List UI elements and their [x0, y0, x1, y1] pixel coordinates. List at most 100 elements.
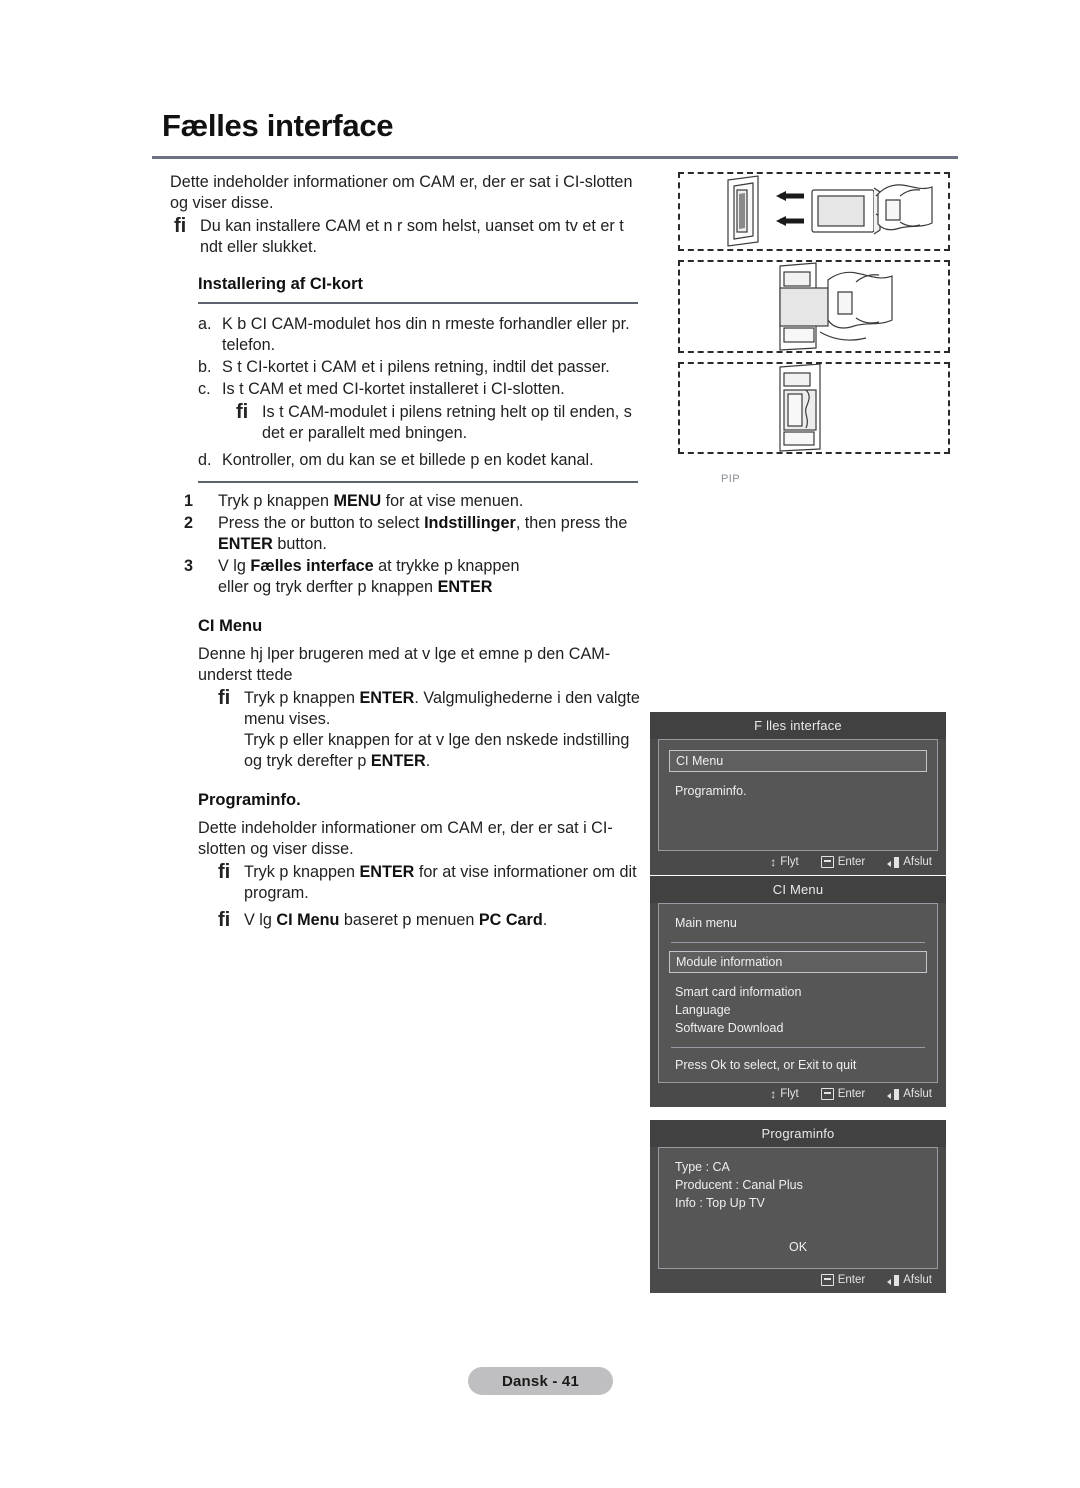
step-text-mid: for at vise menuen.: [381, 492, 524, 511]
list-text: K b CI CAM-modulet hos din n rmeste forh…: [222, 314, 630, 354]
osd-panel-faelles-interface: F lles interface CI Menu Programinfo. ↕ F…: [650, 712, 946, 875]
numbered-steps-list: 1 Tryk p knappen MENU for at vise menuen…: [184, 491, 650, 598]
osd-title: F lles interface: [650, 712, 946, 739]
ci-menu-note-text: Tryk p knappen ENTER. Valgmulighederne i…: [244, 688, 650, 772]
install-note-text: Is t CAM-modulet i pilens retning helt o…: [262, 402, 632, 442]
osd-highlighted-item[interactable]: Module information: [669, 951, 927, 973]
programinfo-note-2-text: V lg CI Menu baseret p menuen PC Card.: [244, 910, 650, 931]
note-bullet-icon: ﬁ: [218, 860, 230, 883]
step-number: 3: [184, 557, 194, 576]
step3-line2-bold: ENTER: [437, 578, 493, 597]
programinfo-note-1: ﬁ Tryk p knappen ENTER for at vise infor…: [198, 860, 650, 904]
osd-footer-enter-label: Enter: [837, 1274, 866, 1286]
osd-footer-enter-label: Enter: [837, 1088, 866, 1100]
ci-menu-body: Denne hj lper brugeren med at v lge et e…: [198, 644, 650, 772]
steps-divider: [198, 481, 638, 484]
list-text: S t CI-kortet i CAM et i pilens retning,…: [222, 357, 610, 376]
note-bullet-icon: ﬁ: [174, 215, 186, 238]
osd-separator: [671, 1047, 925, 1048]
osd-item-programinfo[interactable]: Programinfo.: [669, 782, 927, 800]
osd-body: CI Menu Programinfo.: [658, 739, 938, 851]
numbered-step: 2 Press the or button to select Indstill…: [184, 513, 650, 555]
step-text-pre: V lg: [218, 557, 251, 576]
ci-note2-pre: Tryk p eller knappen for at v lge den ns…: [244, 731, 630, 771]
osd-footer-afslut[interactable]: Afslut: [887, 1274, 932, 1286]
updown-arrow-icon: ↕: [770, 1087, 777, 1101]
updown-arrow-icon: ↕: [770, 855, 777, 869]
list-item: d. Kontroller, om du kan se et billede p…: [198, 450, 650, 471]
osd-separator: [671, 942, 925, 943]
list-item: a. K b CI CAM-modulet hos din n rmeste f…: [198, 314, 650, 356]
pi2-pre: V lg: [244, 910, 277, 929]
step3-line2-pre: eller og tryk derfter p knappen: [218, 578, 438, 597]
programinfo-note-1-text: Tryk p knappen ENTER for at vise informa…: [244, 862, 650, 904]
programinfo-note-2: ﬁ V lg CI Menu baseret p menuen PC Card.: [198, 908, 650, 931]
intro-note: ﬁ Du kan installere CAM et n r som helst…: [170, 216, 650, 258]
osd-footer-flyt[interactable]: ↕ Flyt: [770, 1088, 799, 1100]
list-marker: a.: [198, 314, 212, 333]
osd-item-smart-card-information[interactable]: Smart card information: [669, 983, 927, 1001]
step-text: Press the or button to select Indstillin…: [218, 513, 650, 555]
osd-footer-afslut[interactable]: Afslut: [887, 1088, 932, 1100]
body-text-column: Dette indeholder informationer om CAM er…: [170, 172, 650, 937]
osd-body: Main menu Module information Smart card …: [658, 903, 938, 1083]
pi-note-bold: ENTER: [359, 862, 415, 881]
step-number: 1: [184, 492, 194, 511]
step-text-mid: at trykke p knappen: [373, 557, 520, 576]
page-footer-badge: Dansk - 41: [468, 1367, 613, 1395]
programinfo-heading: Programinfo.: [198, 791, 301, 810]
step-text: V lg Fælles interface at trykke p knappe…: [218, 556, 650, 598]
programinfo-paragraph: Dette indeholder informationer om CAM er…: [198, 818, 613, 858]
osd-panel-programinfo: Programinfo Type : CA Producent : Canal …: [650, 1120, 946, 1293]
list-marker: b.: [198, 357, 212, 376]
osd-subtitle-main-menu: Main menu: [675, 916, 737, 930]
osd-footer-enter-label: Enter: [837, 856, 866, 868]
ci-note2-bold: ENTER: [370, 752, 426, 771]
osd-footer-afslut-label: Afslut: [903, 1274, 932, 1286]
intro-paragraph: Dette indeholder informationer om CAM er…: [170, 173, 633, 213]
osd-footer-afslut[interactable]: Afslut: [887, 856, 932, 868]
osd-title: Programinfo: [650, 1120, 946, 1147]
illustration-step-2: [678, 260, 950, 353]
list-text: Is t CAM et med CI-kortet installeret i …: [222, 379, 565, 398]
numbered-step: 1 Tryk p knappen MENU for at vise menuen…: [184, 491, 650, 512]
osd-highlighted-item[interactable]: CI Menu: [669, 750, 927, 772]
document-page: Fælles interface Dette indeholder inform…: [0, 0, 1080, 1488]
step-text-bold2: ENTER: [218, 535, 273, 554]
illustration-group: [678, 172, 950, 463]
osd-footer-flyt[interactable]: ↕ Flyt: [770, 856, 799, 868]
pi2-bold2: PC Card: [478, 910, 543, 929]
list-marker: d.: [198, 451, 212, 470]
list-marker: c.: [198, 379, 211, 398]
note-bullet-icon: ﬁ: [218, 908, 230, 931]
osd-ok-button[interactable]: OK: [669, 1238, 927, 1256]
numbered-step: 3 V lg Fælles interface at trykke p knap…: [184, 556, 650, 598]
title-divider: [152, 156, 958, 159]
exit-door-icon: [887, 856, 900, 868]
list-item: b. S t CI-kortet i CAM et i pilens retni…: [198, 357, 650, 378]
osd-footer-flyt-label: Flyt: [780, 856, 799, 868]
pi2-bold1: CI Menu: [276, 910, 340, 929]
install-note: ﬁ Is t CAM-modulet i pilens retning helt…: [198, 401, 650, 444]
list-text: Kontroller, om du kan se et billede p en…: [222, 451, 594, 470]
intro-note-text: Du kan installere CAM et n r som helst, …: [200, 217, 624, 257]
osd-footer-enter[interactable]: Enter: [820, 856, 866, 868]
install-heading-rule: [198, 301, 638, 304]
osd-hint: Press Ok to select, or Exit to quit: [675, 1058, 857, 1072]
ci-note2-post: .: [425, 752, 431, 771]
osd-field-producent: Producent : Canal Plus: [675, 1178, 803, 1192]
osd-footer: Enter Afslut: [650, 1269, 946, 1293]
pi2-mid: baseret p menuen: [339, 910, 479, 929]
ci-note-pre: Tryk p knappen: [244, 689, 360, 707]
ci-menu-note: ﬁ Tryk p knappen ENTER. Valgmulighederne…: [198, 688, 650, 772]
osd-footer-enter[interactable]: Enter: [820, 1088, 866, 1100]
osd-footer-enter[interactable]: Enter: [820, 1274, 866, 1286]
illustration-step-1: [678, 172, 950, 251]
note-bullet-icon: ﬁ: [218, 687, 230, 709]
osd-title: CI Menu: [650, 876, 946, 903]
osd-item-software-download[interactable]: Software Download: [669, 1019, 927, 1037]
osd-item-language[interactable]: Language: [669, 1001, 927, 1019]
enter-key-icon: [820, 1088, 834, 1100]
pi-note-pre: Tryk p knappen: [244, 862, 360, 881]
cam-push-diagram-icon: [779, 262, 893, 351]
